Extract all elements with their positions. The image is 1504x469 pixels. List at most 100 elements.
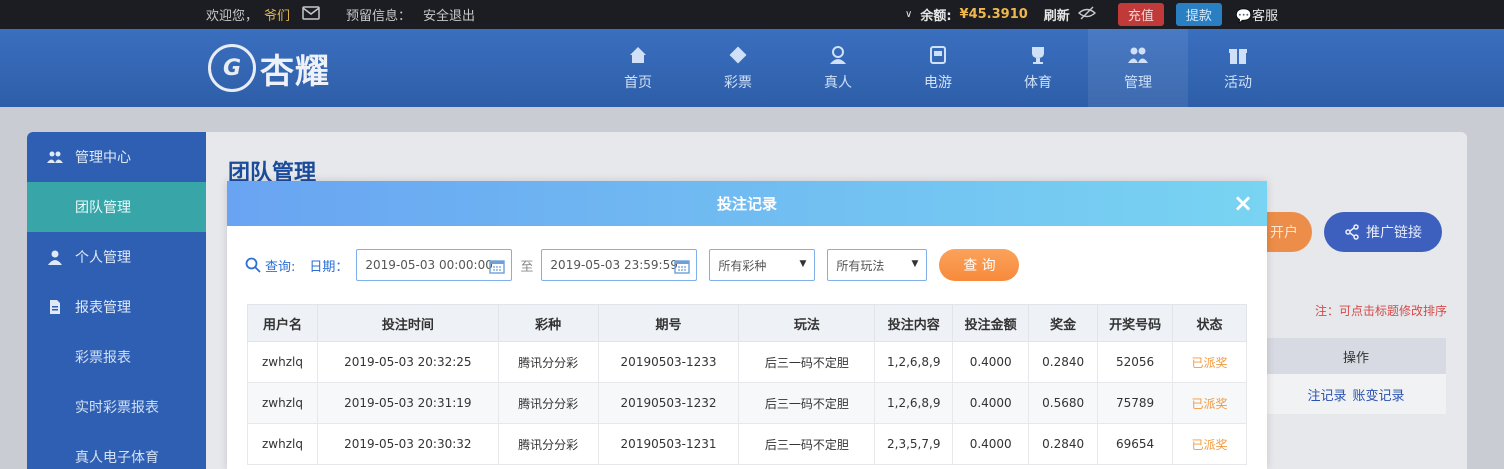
col-play[interactable]: 玩法 bbox=[738, 304, 876, 342]
sidebar-group-management-center[interactable]: 管理中心 bbox=[27, 132, 206, 182]
modal-header: 投注记录 × bbox=[227, 181, 1267, 226]
nav-slots[interactable]: 电游 bbox=[888, 29, 988, 107]
nav-label: 体育 bbox=[1024, 75, 1052, 91]
cell-username: zwhzlq bbox=[247, 423, 318, 465]
user-icon bbox=[48, 250, 62, 265]
lottery-type-select[interactable]: 所有彩种 ▼ bbox=[709, 249, 816, 281]
promo-link-button[interactable]: 推广链接 bbox=[1324, 212, 1442, 252]
table-header-row: 用户名 投注时间 彩种 期号 玩法 投注内容 投注金额 奖金 开奖号码 状态 bbox=[247, 304, 1247, 342]
account-change-link[interactable]: 账变记录 bbox=[1353, 385, 1405, 404]
nav-label: 电游 bbox=[924, 75, 952, 91]
status-badge: 已派奖 bbox=[1172, 423, 1247, 465]
logout-link[interactable]: 安全退出 bbox=[423, 5, 475, 24]
gift-icon bbox=[1229, 49, 1247, 64]
slot-machine-icon bbox=[930, 46, 946, 64]
recharge-button[interactable]: 充值 bbox=[1117, 3, 1164, 26]
cell-content: 1,2,6,8,9 bbox=[874, 341, 954, 383]
sidebar-item-live-electronic-sports[interactable]: 真人电子体育 bbox=[27, 432, 206, 469]
chevron-down-icon: ▼ bbox=[911, 259, 919, 269]
cell-amount: 0.4000 bbox=[952, 423, 1030, 465]
play-type-select[interactable]: 所有玩法 ▼ bbox=[827, 249, 928, 281]
lottery-type-value: 所有彩种 bbox=[718, 258, 767, 273]
nav-label: 活动 bbox=[1224, 75, 1252, 91]
bet-record-link[interactable]: 注记录 bbox=[1307, 385, 1346, 404]
table-row: zwhzlq 2019-05-03 20:32:25 腾讯分分彩 2019050… bbox=[247, 341, 1247, 383]
operation-column-header: 操作 bbox=[1266, 338, 1446, 374]
col-amount[interactable]: 投注金额 bbox=[952, 304, 1030, 342]
search-icon bbox=[245, 257, 261, 273]
cell-username: zwhzlq bbox=[247, 341, 318, 383]
report-icon bbox=[50, 300, 60, 314]
sidebar-label: 报表管理 bbox=[75, 300, 131, 316]
users-icon bbox=[47, 151, 63, 163]
cell-play: 后三一码不定胆 bbox=[738, 423, 876, 465]
mail-icon[interactable] bbox=[302, 5, 320, 24]
close-icon[interactable]: × bbox=[1231, 191, 1255, 215]
sidebar-item-team-management[interactable]: 团队管理 bbox=[27, 182, 206, 232]
nav-label: 首页 bbox=[624, 75, 652, 91]
lottery-icon bbox=[729, 46, 747, 64]
nav-home[interactable]: 首页 bbox=[588, 29, 688, 107]
sidebar-item-lottery-report[interactable]: 彩票报表 bbox=[27, 332, 206, 382]
service-label: 客服 bbox=[1252, 9, 1279, 24]
cell-amount: 0.4000 bbox=[952, 382, 1030, 424]
chevron-down-icon[interactable]: ∨ bbox=[905, 9, 912, 20]
cell-lottery: 腾讯分分彩 bbox=[497, 382, 599, 424]
nav-activity[interactable]: 活动 bbox=[1188, 29, 1288, 107]
home-icon bbox=[630, 47, 646, 63]
top-bar: 欢迎您， 爷们 预留信息： 安全退出 ∨ 余额: ¥45.3910 刷新 充值 … bbox=[0, 0, 1504, 29]
cell-bet-time: 2019-05-03 20:30:32 bbox=[316, 423, 499, 465]
sidebar-group-personal[interactable]: 个人管理 bbox=[27, 232, 206, 282]
share-icon bbox=[1345, 224, 1359, 240]
query-button[interactable]: 查 询 bbox=[939, 249, 1020, 281]
site-logo[interactable]: G 杏耀 bbox=[208, 37, 358, 99]
logo-emblem-icon: G bbox=[208, 44, 256, 92]
sidebar-group-reports[interactable]: 报表管理 bbox=[27, 282, 206, 332]
balance-value: ¥45.3910 bbox=[959, 7, 1028, 22]
calendar-icon bbox=[489, 260, 506, 274]
col-lottery[interactable]: 彩种 bbox=[497, 304, 599, 342]
customer-service-link[interactable]: 💬客服 bbox=[1236, 5, 1278, 24]
chevron-down-icon: ▼ bbox=[799, 259, 807, 269]
date-label: 日期： bbox=[309, 259, 349, 275]
to-label: 至 bbox=[520, 259, 534, 275]
col-draw-number[interactable]: 开奖号码 bbox=[1097, 304, 1174, 342]
col-bet-time[interactable]: 投注时间 bbox=[316, 304, 499, 342]
logo-text: 杏耀 bbox=[260, 51, 330, 92]
sort-note: 注：可点击标题修改排序 bbox=[1315, 304, 1448, 318]
cell-lottery: 腾讯分分彩 bbox=[497, 423, 599, 465]
main-header: G 杏耀 首页 彩票 真人 电游 体育 管理 活动 bbox=[0, 29, 1504, 107]
cell-content: 1,2,6,8,9 bbox=[874, 382, 954, 424]
cell-issue: 20190503-1233 bbox=[597, 341, 740, 383]
cell-play: 后三一码不定胆 bbox=[738, 382, 876, 424]
cell-issue: 20190503-1232 bbox=[597, 382, 740, 424]
nav-label: 管理 bbox=[1124, 75, 1152, 91]
nav-label: 真人 bbox=[824, 75, 852, 91]
cell-prize: 0.5680 bbox=[1028, 382, 1099, 424]
col-prize[interactable]: 奖金 bbox=[1028, 304, 1099, 342]
sidebar-label: 管理中心 bbox=[75, 150, 131, 166]
cell-username: zwhzlq bbox=[247, 382, 318, 424]
eye-hidden-icon[interactable] bbox=[1077, 6, 1096, 24]
date-from-input[interactable]: 2019-05-03 00:00:00 bbox=[356, 249, 513, 281]
username-link[interactable]: 爷们 bbox=[264, 5, 290, 24]
col-content[interactable]: 投注内容 bbox=[874, 304, 954, 342]
sidebar-item-realtime-lottery-report[interactable]: 实时彩票报表 bbox=[27, 382, 206, 432]
nav-live[interactable]: 真人 bbox=[788, 29, 888, 107]
refresh-link[interactable]: 刷新 bbox=[1044, 5, 1070, 24]
col-status[interactable]: 状态 bbox=[1172, 304, 1247, 342]
col-username[interactable]: 用户名 bbox=[247, 304, 318, 342]
withdraw-button[interactable]: 提款 bbox=[1175, 3, 1222, 26]
nav-sports[interactable]: 体育 bbox=[988, 29, 1088, 107]
promo-link-label: 推广链接 bbox=[1366, 225, 1422, 241]
col-issue[interactable]: 期号 bbox=[597, 304, 740, 342]
cell-play: 后三一码不定胆 bbox=[738, 341, 876, 383]
operation-cell: 注记录 账变记录 bbox=[1266, 374, 1446, 414]
cell-bet-time: 2019-05-03 20:31:19 bbox=[316, 382, 499, 424]
date-to-input[interactable]: 2019-05-03 23:59:59 bbox=[541, 249, 698, 281]
nav-lottery[interactable]: 彩票 bbox=[688, 29, 788, 107]
cell-draw-number: 75789 bbox=[1097, 382, 1174, 424]
nav-manage[interactable]: 管理 bbox=[1088, 29, 1188, 107]
cell-lottery: 腾讯分分彩 bbox=[497, 341, 599, 383]
live-dealer-icon bbox=[830, 46, 846, 64]
